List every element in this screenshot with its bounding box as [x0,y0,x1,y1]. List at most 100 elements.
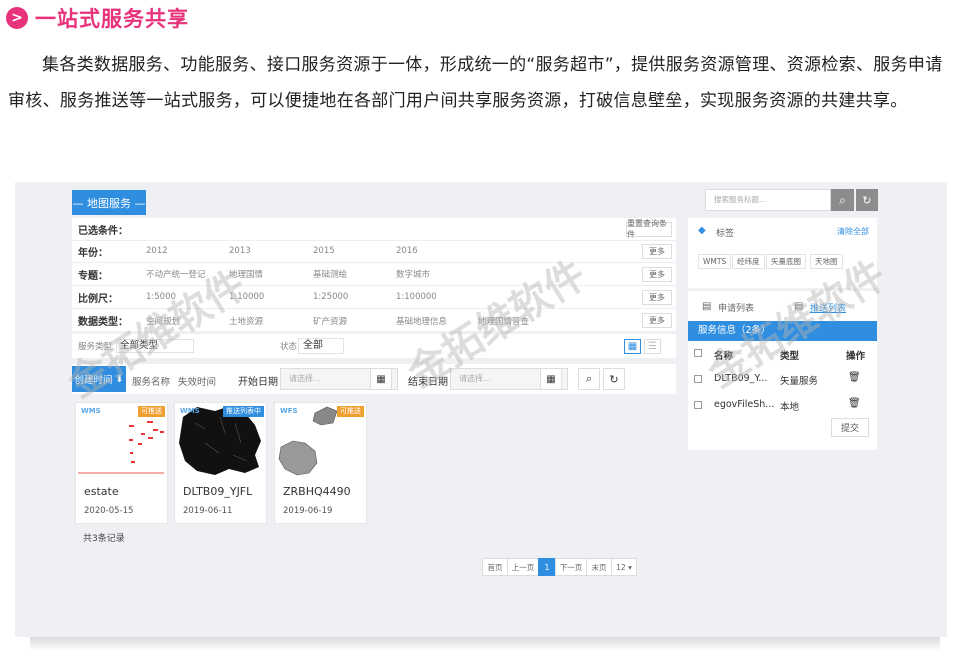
submit-button[interactable]: 提交 [831,418,869,437]
intro-paragraph: 集各类数据服务、功能服务、接口服务资源于一体，形成统一的“服务超市”，提供服务资… [8,55,943,111]
tab-map-service[interactable]: — 地图服务 — [72,190,146,215]
trash-icon[interactable]: 🗑 [848,372,861,383]
state-label: 状态 [280,342,298,352]
more-button[interactable]: 更多 [642,243,672,259]
tag-icon: ◆ [698,225,706,236]
end-date-label: 结束日期 [408,377,448,388]
service-card[interactable]: WMS 可推送 estate 2020-05-15 [75,402,168,524]
sort-created-button[interactable]: 创建时间 ⬇ [72,366,126,392]
card-title: ZRBHQ4490 [283,485,351,498]
card-date: 2019-06-19 [283,506,333,516]
chevron-right-icon: > [6,7,28,29]
sort-created-label: 创建时间 [74,375,113,386]
record-count: 共3条记录 [83,534,125,544]
filter-option[interactable]: 2012 [146,246,168,256]
search-icon[interactable]: ⌕ [831,189,854,211]
sort-expire-button[interactable]: 失效时间 [178,374,216,388]
service-type-tag: WFS [280,407,298,415]
filter-label-datatype: 数据类型： [78,317,128,328]
filter-option[interactable]: 数字城市 [396,268,430,280]
page-last[interactable]: 末页 [586,558,612,576]
more-button[interactable]: 更多 [642,289,672,305]
service-type-bar: 服务类型 全部类型 状态 全部 ▦ ☰ [72,334,676,358]
refresh-icon[interactable]: ↻ [856,189,878,211]
filter-option[interactable]: 1:10000 [229,292,264,302]
filter-row-year: 年份： 2012 2013 2015 2016 更多 [72,240,676,263]
filter-option[interactable]: 地理国情普查 [478,315,529,327]
filter-option[interactable]: 不动产统一登记 [146,268,206,280]
calendar-icon[interactable]: ▦ [540,368,562,390]
search-input[interactable]: 搜索服务标题... [705,189,831,211]
filter-label-year: 年份： [78,247,108,259]
tag-chip[interactable]: 矢量底图 [766,254,806,269]
filter-option[interactable]: 基础地理信息 [396,315,447,327]
filter-row-topic: 专题： 不动产统一登记 地理国情 基础测绘 数字城市 更多 [72,263,676,286]
tags-label: 标签 [716,229,735,239]
clear-all-link[interactable]: 清除全部 [837,226,869,237]
row-checkbox[interactable] [694,375,702,383]
column-header-action: 操作 [846,351,866,362]
list-view-icon[interactable]: ☰ [644,339,661,354]
app-screenshot: — 地图服务 — 已选条件： 重置查询条件 年份： 2012 2013 2015… [15,182,947,637]
more-button[interactable]: 更多 [642,266,672,282]
service-card[interactable]: WMS 推送列表中 DLTB09_YJFL 2019-06-11 [174,402,267,524]
page-prev[interactable]: 上一页 [507,558,539,576]
tags-panel: ◆ 标签 清除全部 WMTS 经纬度 矢量底图 天地图 [688,218,877,288]
card-date: 2020-05-15 [84,506,134,516]
filter-option[interactable]: 土地资源 [229,315,263,327]
state-select[interactable]: 全部 [298,338,344,354]
service-info-bar: 服务信息（2条） [688,321,877,341]
service-type-label: 服务类型 [78,342,113,352]
tag-chip[interactable]: WMTS [698,254,732,269]
calendar-icon[interactable]: ▦ [370,368,392,390]
status-badge: 可推送 [337,406,364,417]
push-list-icon: ▤ [794,301,804,312]
filter-panel: 已选条件： 重置查询条件 年份： 2012 2013 2015 2016 更多 … [72,218,676,331]
page-size-select[interactable]: 12 ▾ [611,558,637,576]
tab-apply-list[interactable]: 申请列表 [718,301,754,314]
filter-option[interactable]: 地理国情 [229,268,263,280]
selected-conditions-row: 已选条件： 重置查询条件 [72,218,676,241]
page-next[interactable]: 下一页 [555,558,587,576]
status-badge: 推送列表中 [223,406,264,417]
service-type-tag: WMS [180,407,200,415]
more-button[interactable]: 更多 [642,313,672,328]
status-badge: 可推送 [138,406,165,417]
filter-option[interactable]: 1:25000 [313,292,348,302]
filter-row-datatype: 数据类型： 空间规划 土地资源 矿产资源 基础地理信息 地理国情普查 更多 [72,309,676,332]
filter-option[interactable]: 空间规划 [146,315,180,327]
section-heading: > 一站式服务共享 [6,3,189,33]
trash-icon[interactable]: 🗑 [848,398,861,409]
apply-panel: ▤ 申请列表 ▤ 推送列表 服务信息（2条） 名称 类型 操作 DLTB09_Y… [688,291,877,450]
filter-option[interactable]: 矿产资源 [313,315,347,327]
filter-option[interactable]: 2015 [313,246,335,256]
grid-view-icon[interactable]: ▦ [624,339,641,354]
filter-option[interactable]: 2013 [229,246,251,256]
filter-option[interactable]: 1:100000 [396,292,437,302]
page-first[interactable]: 首页 [482,558,508,576]
service-card[interactable]: WFS 可推送 ZRBHQ4490 2019-06-19 [274,402,367,524]
column-header-type: 类型 [780,351,800,362]
section-title: 一站式服务共享 [35,7,189,31]
screenshot-shadow [30,637,940,651]
card-title: DLTB09_YJFL [183,485,253,498]
refresh-icon[interactable]: ↻ [603,368,625,390]
sort-name-button[interactable]: 服务名称 [132,374,170,388]
row-type: 矢量服务 [780,376,819,387]
tag-chip[interactable]: 天地图 [810,254,843,269]
reset-filter-button[interactable]: 重置查询条件 [626,219,672,239]
tag-chip[interactable]: 经纬度 [732,254,765,269]
card-date: 2019-06-11 [183,506,233,516]
page-number[interactable]: 1 [538,558,556,576]
filter-option[interactable]: 1:5000 [146,292,176,302]
apply-list-icon: ▤ [702,301,712,312]
tab-push-list[interactable]: 推送列表 [810,301,846,314]
search-icon[interactable]: ⌕ [578,368,600,390]
select-all-checkbox[interactable] [694,349,702,357]
column-header-name: 名称 [714,351,734,362]
filter-option[interactable]: 基础测绘 [313,268,347,280]
service-type-select[interactable]: 全部类型 [116,339,194,353]
pagination: 首页 上一页 1 下一页 末页 12 ▾ [482,558,637,576]
row-checkbox[interactable] [694,401,702,409]
filter-option[interactable]: 2016 [396,246,418,256]
